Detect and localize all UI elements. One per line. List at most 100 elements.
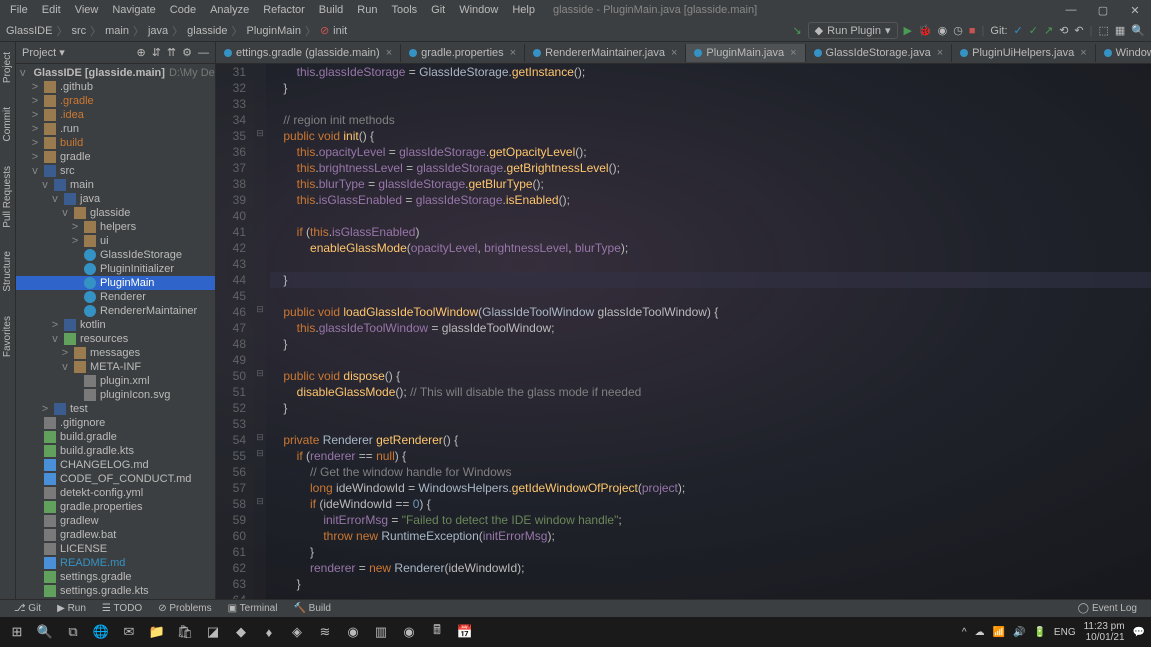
tree-item[interactable]: gradlew.bat [16,528,215,542]
tree-item[interactable]: Renderer [16,290,215,304]
tree-item[interactable]: CHANGELOG.md [16,458,215,472]
tree-item[interactable]: LICENSE [16,542,215,556]
tree-item[interactable]: vMETA-INF [16,360,215,374]
tree-item[interactable]: >.github [16,80,215,94]
git-push-icon[interactable]: ↗ [1044,24,1053,37]
taskbar-files-icon[interactable]: 📁 [146,621,168,643]
editor-tab[interactable]: ettings.gradle (glasside.main)× [216,44,401,62]
taskbar-edge-icon[interactable]: 🌐 [90,621,112,643]
editor-tab[interactable]: RendererMaintainer.java× [525,44,686,62]
taskbar-mail-icon[interactable]: ✉ [118,621,140,643]
bottom-tab-run[interactable]: ▶ Run [49,602,94,615]
run-config-selector[interactable]: ◆ Run Plugin ▾ [808,22,898,39]
menu-git[interactable]: Git [425,2,451,18]
tree-item[interactable]: >helpers [16,220,215,234]
bottom-tab-build[interactable]: 🔨 Build [285,602,338,615]
taskbar-jb-icon[interactable]: ◆ [230,621,252,643]
menu-refactor[interactable]: Refactor [257,2,311,18]
tree-item[interactable]: plugin.xml [16,374,215,388]
tree-item[interactable]: vsrc [16,164,215,178]
tray-lang[interactable]: ENG [1054,627,1076,638]
tree-item[interactable]: >.gradle [16,94,215,108]
taskbar-store-icon[interactable]: 🛍 [174,621,196,643]
taskbar-task-view-icon[interactable]: ⧉ [62,621,84,643]
menu-navigate[interactable]: Navigate [106,2,161,18]
editor-tab[interactable]: PluginMain.java× [686,44,805,62]
close-button[interactable]: ✕ [1123,4,1147,17]
tree-item[interactable]: RendererMaintainer [16,304,215,318]
tree-item[interactable]: vresources [16,332,215,346]
tree-item[interactable]: detekt-config.yml [16,486,215,500]
tree-item[interactable]: settings.gradle.kts [16,584,215,598]
profile-icon[interactable]: ◷ [953,24,963,37]
hide-icon[interactable]: — [198,47,209,59]
close-tab-icon[interactable]: × [510,47,516,59]
system-tray[interactable]: ^ ☁ 📶 🔊 🔋 ENG 11:23 pm 10/01/21 💬 [962,621,1145,643]
editor-body[interactable]: 3132333435363738394041424344454647484950… [216,64,1151,599]
ide-settings-icon[interactable]: ▦ [1115,24,1125,37]
tree-root[interactable]: vGlassIDE [glasside.main] D:\My Developm… [16,66,215,80]
tray-onedrive-icon[interactable]: ☁ [975,627,985,638]
close-tab-icon[interactable]: × [790,47,796,59]
tree-item[interactable]: >test [16,402,215,416]
editor-tab[interactable]: WindowsHelpers.java× [1096,44,1151,62]
close-tab-icon[interactable]: × [671,47,677,59]
bottom-tab-terminal[interactable]: ▣ Terminal [220,602,286,615]
git-history-icon[interactable]: ⟲ [1059,24,1068,37]
taskbar-monitor-icon[interactable]: ▥ [370,621,392,643]
fold-gutter[interactable]: ⊟⊟⊟⊟⊟⊟ [254,64,266,599]
tree-item[interactable]: >.run [16,122,215,136]
menu-run[interactable]: Run [351,2,383,18]
minimize-button[interactable]: — [1059,4,1083,17]
build-hammer-icon[interactable]: ↘ [792,24,801,37]
tray-chevron-icon[interactable]: ^ [962,627,967,638]
editor-tab[interactable]: GlassIdeStorage.java× [806,44,953,62]
gear-icon[interactable]: ⚙ [182,46,192,59]
git-update-icon[interactable]: ✓ [1014,24,1023,37]
breadcrumb-item[interactable]: PluginMain [247,25,301,37]
coverage-icon[interactable]: ◉ [938,24,948,37]
close-tab-icon[interactable]: × [1080,47,1086,59]
taskbar-search-icon[interactable]: 🔍 [34,621,56,643]
git-rollback-icon[interactable]: ↶ [1074,24,1083,37]
project-tree[interactable]: vGlassIDE [glasside.main] D:\My Developm… [16,64,215,599]
debug-icon[interactable]: 🐞 [918,24,932,37]
tree-item[interactable]: >build [16,136,215,150]
tree-item[interactable]: PluginMain [16,276,215,290]
tree-item[interactable]: gradle.properties [16,500,215,514]
project-view-selector[interactable]: Project ▾ [22,46,65,59]
left-stripe-structure[interactable]: Structure [0,245,15,298]
menu-analyze[interactable]: Analyze [204,2,255,18]
run-icon[interactable]: ▶ [904,24,912,37]
tree-item[interactable]: build.gradle [16,430,215,444]
tree-item[interactable]: vmain [16,178,215,192]
tree-item[interactable]: pluginIcon.svg [16,388,215,402]
select-opened-icon[interactable]: ⊕ [136,46,145,59]
taskbar-chrome2-icon[interactable]: ◉ [398,621,420,643]
breadcrumb-item[interactable]: init [333,25,347,37]
taskbar-chrome-icon[interactable]: ◉ [342,621,364,643]
taskbar-sourcetree-icon[interactable]: ♦ [258,621,280,643]
left-stripe-project[interactable]: Project [0,46,15,89]
git-commit-icon[interactable]: ✓ [1029,24,1038,37]
menu-build[interactable]: Build [313,2,349,18]
taskbar-start-icon[interactable]: ⊞ [6,621,28,643]
bottom-tab-todo[interactable]: ☰ TODO [94,602,150,615]
menu-file[interactable]: File [4,2,34,18]
menu-code[interactable]: Code [164,2,202,18]
breadcrumb[interactable]: GlassIDE〉src〉main〉java〉glasside〉PluginMa… [6,23,347,39]
tree-item[interactable]: .gitignore [16,416,215,430]
editor-tab[interactable]: gradle.properties× [401,44,525,62]
breadcrumb-item[interactable]: glasside [187,25,227,37]
search-everywhere-icon[interactable]: ⬚ [1098,24,1108,37]
tree-item[interactable]: CODE_OF_CONDUCT.md [16,472,215,486]
tray-battery-icon[interactable]: 🔋 [1033,627,1045,638]
tray-notifications-icon[interactable]: 💬 [1133,627,1145,638]
breadcrumb-item[interactable]: main [105,25,129,37]
menu-view[interactable]: View [69,2,105,18]
maximize-button[interactable]: ▢ [1091,4,1115,17]
tree-item[interactable]: vglasside [16,206,215,220]
bottom-tab-problems[interactable]: ⊘ Problems [150,602,219,615]
close-tab-icon[interactable]: × [937,47,943,59]
tree-item[interactable]: settings.gradle [16,570,215,584]
